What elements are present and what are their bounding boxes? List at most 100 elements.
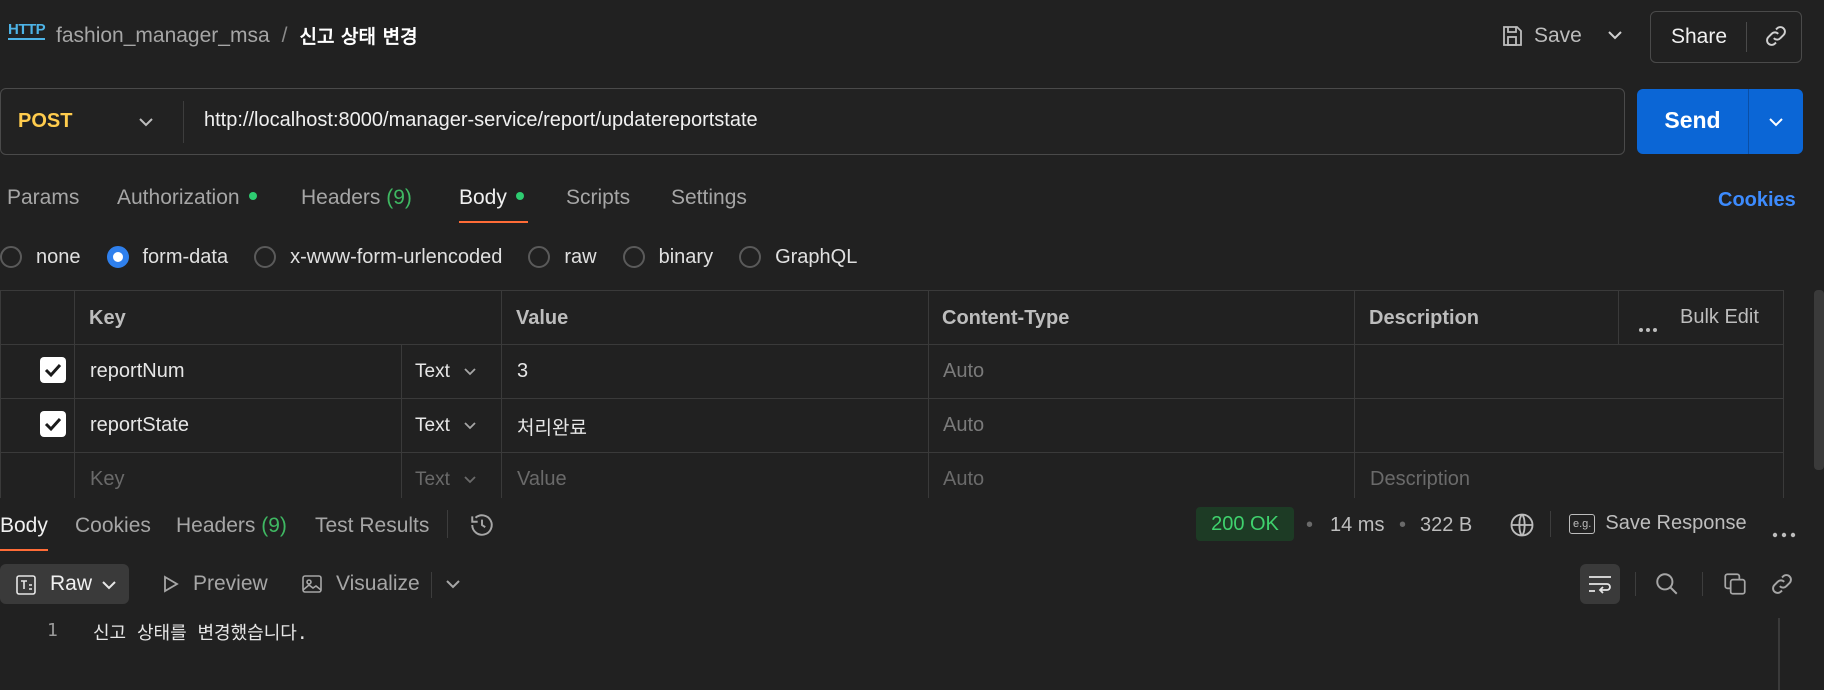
value-placeholder[interactable]: Value [517, 468, 567, 491]
radio-none[interactable]: none [0, 246, 81, 269]
response-tab-body[interactable]: Body [0, 514, 48, 538]
radio-circle [254, 246, 277, 268]
response-body-line[interactable]: 신고 상태를 변경했습니다. [93, 619, 308, 645]
save-label: Save [1534, 24, 1582, 47]
check-icon [44, 417, 62, 432]
row-key[interactable]: reportState [90, 414, 189, 437]
tab-label: Body [459, 186, 507, 209]
method-select[interactable]: POST [18, 110, 72, 133]
bulk-edit-button[interactable]: Bulk Edit [1680, 306, 1759, 329]
http-icon: HTTP [8, 21, 46, 40]
tab-settings[interactable]: Settings [671, 186, 747, 210]
radio-binary[interactable]: binary [622, 246, 713, 269]
share-button[interactable]: Share [1671, 25, 1727, 49]
chevron-down-icon[interactable] [444, 575, 462, 599]
send-button[interactable]: Send [1637, 107, 1748, 134]
breadcrumb-collection[interactable]: fashion_manager_msa [56, 24, 270, 48]
response-tab-cookies[interactable]: Cookies [75, 514, 151, 538]
chevron-down-icon [464, 368, 476, 376]
description-placeholder[interactable]: Description [1370, 468, 1470, 491]
divider [1748, 89, 1749, 154]
tab-scripts[interactable]: Scripts [566, 186, 630, 210]
more-options-icon[interactable] [1638, 316, 1658, 339]
row-checkbox[interactable] [40, 357, 66, 383]
divider [1550, 511, 1551, 537]
copy-icon[interactable] [1722, 571, 1748, 603]
row-checkbox[interactable] [40, 411, 66, 437]
divider [183, 101, 184, 143]
radio-graphql[interactable]: GraphQL [739, 246, 857, 269]
url-bar: POST http://localhost:8000/manager-servi… [0, 88, 1625, 155]
type-select[interactable]: Text [415, 415, 478, 437]
save-response-button[interactable]: e.g. Save Response [1569, 512, 1747, 535]
send-button-group: Send [1637, 89, 1803, 154]
link-icon[interactable] [1769, 571, 1795, 603]
save-button[interactable]: Save [1500, 20, 1582, 52]
divider [1783, 290, 1784, 498]
column-header-value: Value [516, 307, 569, 329]
form-data-table: Key Value Content-Type Description Bulk … [0, 290, 1784, 498]
row-key[interactable]: reportNum [90, 360, 184, 383]
request-title[interactable]: 신고 상태 변경 [299, 22, 417, 49]
url-input[interactable]: http://localhost:8000/manager-service/re… [204, 109, 758, 132]
divider [0, 344, 1784, 345]
check-icon [44, 363, 62, 378]
radio-circle [0, 246, 22, 268]
preview-label: Preview [193, 572, 268, 595]
divider [1746, 22, 1747, 52]
radio-circle [528, 246, 551, 268]
scrollbar[interactable] [1778, 618, 1780, 690]
tab-headers[interactable]: Headers (9) [301, 186, 412, 210]
row-value[interactable]: 3 [517, 360, 528, 383]
wrap-lines-button[interactable] [1580, 564, 1620, 604]
status-dot [515, 192, 524, 201]
response-size[interactable]: 322 B [1420, 514, 1472, 537]
response-time[interactable]: 14 ms [1330, 514, 1384, 537]
row-value[interactable]: 처리완료 [517, 413, 587, 440]
row-content-type[interactable]: Auto [943, 360, 984, 383]
key-placeholder[interactable]: Key [90, 468, 124, 491]
format-select[interactable]: Raw [0, 564, 129, 604]
cookies-link[interactable]: Cookies [1718, 189, 1796, 212]
chevron-down-icon[interactable] [1767, 113, 1785, 137]
response-tab-test-results[interactable]: Test Results [315, 514, 429, 538]
content-type-placeholder[interactable]: Auto [943, 468, 984, 491]
tab-count: (9) [261, 514, 287, 537]
visualize-label: Visualize [336, 572, 420, 595]
radio-circle-selected [106, 246, 129, 268]
scrollbar[interactable] [1814, 290, 1824, 470]
type-select[interactable]: Text [415, 469, 478, 491]
chevron-down-icon[interactable] [1606, 26, 1624, 50]
tab-label: Scripts [566, 186, 631, 209]
globe-icon[interactable] [1508, 511, 1536, 545]
more-options-icon[interactable] [1772, 521, 1796, 544]
response-tab-headers[interactable]: Headers (9) [176, 514, 287, 538]
tab-params[interactable]: Params [7, 186, 79, 210]
row-content-type[interactable]: Auto [943, 414, 984, 437]
chevron-down-icon [464, 422, 476, 430]
text-format-icon [16, 575, 36, 595]
status-dot [248, 192, 257, 201]
status-badge[interactable]: 200 OK [1196, 507, 1294, 541]
radio-x-www-form-urlencoded[interactable]: x-www-form-urlencoded [254, 246, 502, 269]
radio-raw[interactable]: raw [528, 245, 597, 269]
column-header-key: Key [89, 307, 126, 329]
format-label: Raw [50, 572, 93, 595]
preview-button[interactable]: Preview [159, 572, 268, 596]
tab-label: Authorization [117, 186, 240, 209]
radio-form-data[interactable]: form-data [106, 246, 228, 269]
chevron-down-icon [464, 476, 476, 484]
link-icon[interactable] [1763, 23, 1789, 55]
search-icon[interactable] [1654, 571, 1680, 603]
divider [1354, 290, 1355, 498]
wrap-icon [1589, 576, 1611, 594]
radio-label: raw [564, 245, 597, 268]
tab-body[interactable]: Body [459, 186, 524, 210]
history-icon[interactable] [469, 512, 495, 544]
breadcrumb-separator: / [281, 23, 288, 47]
tab-authorization[interactable]: Authorization [117, 186, 257, 210]
type-select[interactable]: Text [415, 361, 478, 383]
visualize-button[interactable]: Visualize [300, 572, 420, 596]
tab-label: Params [7, 186, 80, 209]
chevron-down-icon[interactable] [137, 113, 155, 137]
